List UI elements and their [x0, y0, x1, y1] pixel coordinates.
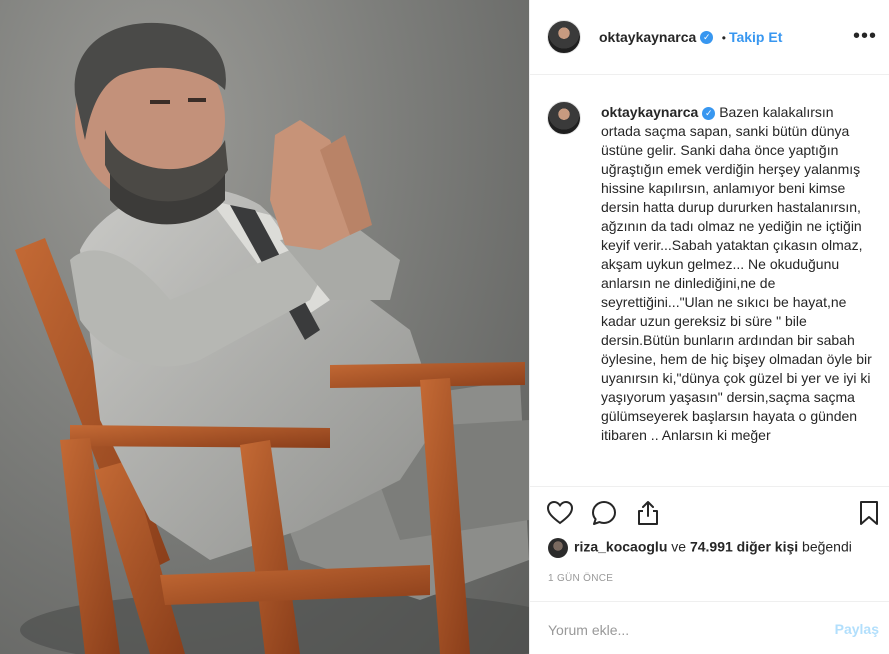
- author-username[interactable]: oktaykaynarca: [599, 29, 696, 45]
- verified-badge-icon: ✓: [700, 31, 714, 45]
- liker-username[interactable]: riza_kocaoglu: [574, 539, 667, 555]
- caption-username[interactable]: oktaykaynarca: [601, 104, 698, 120]
- more-horizontal-icon[interactable]: •••: [853, 25, 877, 48]
- action-bar: [530, 486, 889, 534]
- post-photo-illustration: [15, 22, 529, 654]
- likes-connector: ve: [671, 538, 687, 555]
- author-line: oktaykaynarca ✓ • Takip Et: [599, 29, 782, 47]
- likes-summary: riza_kocaoglu ve 74.991 diğer kişi beğen…: [548, 538, 852, 558]
- comment-box: Paylaş: [530, 601, 889, 654]
- post-header: oktaykaynarca ✓ • Takip Et •••: [530, 0, 889, 75]
- share-icon[interactable]: [634, 499, 662, 527]
- comment-input[interactable]: [546, 618, 800, 642]
- caption-scroll-area[interactable]: oktaykaynarca ✓ Bazen kalakalırsın ortada…: [530, 76, 889, 486]
- verified-badge-icon: ✓: [702, 106, 716, 120]
- likes-count[interactable]: 74.991 diğer kişi: [690, 539, 798, 555]
- likes-suffix: beğendi: [802, 538, 852, 555]
- post-timestamp[interactable]: 1 GÜN ÖNCE: [548, 573, 613, 584]
- liker-avatar[interactable]: [548, 538, 568, 558]
- comment-icon[interactable]: [590, 499, 618, 527]
- caption-text: Bazen kalakalırsın ortada saçma sapan, s…: [601, 104, 872, 443]
- post-sidebar: oktaykaynarca ✓ • Takip Et ••• oktaykaynar…: [529, 0, 889, 654]
- bookmark-icon[interactable]: [855, 499, 883, 527]
- separator-dot: •: [721, 31, 726, 45]
- caption-text-block: oktaykaynarca ✓ Bazen kalakalırsın ortada…: [601, 103, 873, 445]
- post-comment-button[interactable]: Paylaş: [835, 621, 879, 637]
- follow-button[interactable]: Takip Et: [729, 29, 782, 45]
- author-avatar[interactable]: [547, 20, 581, 54]
- instagram-post: oktaykaynarca ✓ • Takip Et ••• oktaykaynar…: [0, 0, 889, 654]
- caption-author-avatar[interactable]: [547, 101, 581, 135]
- heart-icon[interactable]: [546, 499, 574, 527]
- post-photo[interactable]: [0, 0, 529, 654]
